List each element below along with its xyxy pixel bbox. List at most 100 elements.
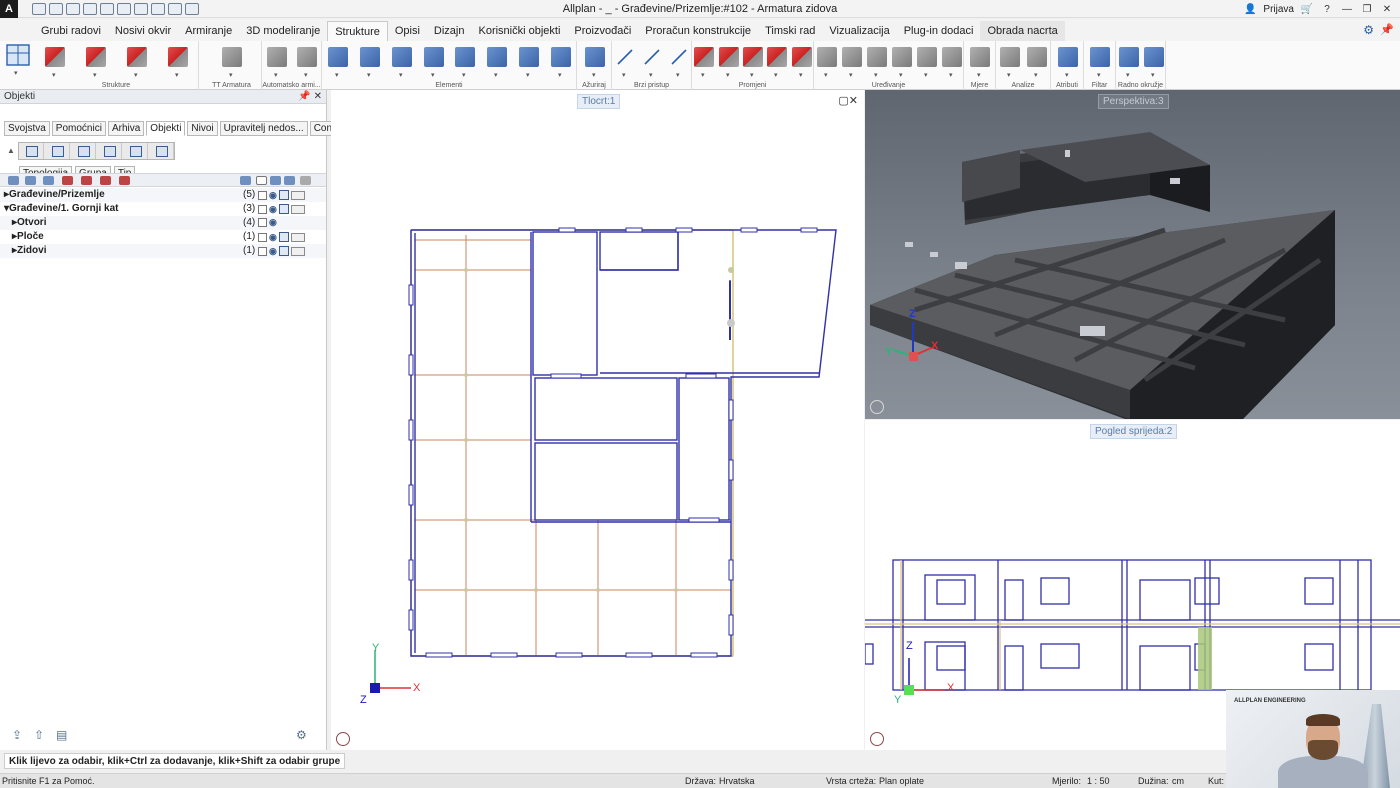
status-scale[interactable]: 1 : 50 <box>1087 776 1110 786</box>
visibility-eye-icon[interactable]: ◉ <box>269 246 277 256</box>
visibility-icon[interactable] <box>270 176 281 185</box>
layers-icon[interactable] <box>71 143 96 159</box>
collapse-triangle-icon[interactable]: ▲ <box>7 146 15 155</box>
edit-pen-icon[interactable] <box>290 232 305 242</box>
ribbon-tool-icon[interactable]: ▾ <box>297 47 317 79</box>
cart-icon[interactable]: 🛒 <box>1300 3 1314 15</box>
palette-tab[interactable]: Nivoi <box>187 121 218 136</box>
ribbon-tool-icon[interactable]: ▾ <box>615 47 635 79</box>
plan-viewport[interactable]: Tlocrt:1 ▢✕ Y X Z <box>331 90 864 750</box>
ribbon-tool-icon[interactable]: ▾ <box>669 47 689 79</box>
save-icon[interactable] <box>66 2 80 15</box>
ribbon-tool-icon[interactable]: ▾ <box>1144 47 1164 79</box>
export-icon[interactable]: ⇪ <box>12 728 22 742</box>
ribbon-tool-icon[interactable]: ▾ <box>792 47 812 79</box>
close-button[interactable]: ✕ <box>1380 3 1394 15</box>
front-navigation-icon[interactable] <box>870 732 884 746</box>
status-drawing-type[interactable]: Plan oplate <box>879 776 924 786</box>
open-file-icon[interactable] <box>49 2 63 15</box>
ribbon-tool-icon[interactable]: ▾ <box>424 47 444 79</box>
ribbon-tool-icon[interactable]: ▾ <box>487 47 507 79</box>
row-checkbox[interactable] <box>258 218 267 227</box>
list-icon[interactable]: ▤ <box>56 728 67 742</box>
ribbon-pin-icon[interactable]: 📌 <box>1380 23 1394 36</box>
edit-pen-icon[interactable] <box>290 204 305 214</box>
ribbon-tool-icon[interactable]: ▾ <box>455 47 475 79</box>
visibility-eye-icon[interactable]: ◉ <box>269 204 277 214</box>
visibility-eye-icon[interactable]: ◉ <box>269 232 277 242</box>
ribbon-tool-icon[interactable]: ▾ <box>519 47 539 79</box>
menu-tab[interactable]: Dizajn <box>427 21 472 41</box>
palette-tab[interactable]: Objekti <box>146 121 186 136</box>
tree-row[interactable]: ▸Otvori (4) ◉ <box>0 216 326 230</box>
ribbon-tool-icon[interactable]: ▾ <box>168 47 188 79</box>
palette-controls[interactable]: 📌 ✕ <box>298 90 322 104</box>
3d-box-icon[interactable] <box>278 190 289 200</box>
palette-settings-icon[interactable]: ⚙ <box>296 728 307 742</box>
menu-tab[interactable]: Korisnički objekti <box>472 21 568 41</box>
ribbon-tool-icon[interactable]: ▾ <box>842 47 862 79</box>
tools-icon[interactable] <box>185 2 199 15</box>
restore-button[interactable]: ❐ <box>1360 3 1374 15</box>
menu-tab[interactable]: 3D modeliranje <box>239 21 327 41</box>
layout-icon[interactable] <box>134 2 148 15</box>
import-icon[interactable]: ⇧ <box>34 728 44 742</box>
ribbon-tool-icon[interactable]: ▾ <box>1027 47 1047 79</box>
checkbox-all-icon[interactable] <box>256 176 267 185</box>
status-length-unit[interactable]: cm <box>1172 776 1184 786</box>
document-icon[interactable] <box>45 143 70 159</box>
ribbon-tool-icon[interactable]: ▾ <box>694 47 714 79</box>
edit-pen-icon[interactable] <box>290 190 305 200</box>
ribbon-tool-icon[interactable]: ▾ <box>942 47 962 79</box>
ribbon-tool-icon[interactable]: ▾ <box>767 47 787 79</box>
ribbon-tool-icon[interactable]: ▾ <box>719 47 739 79</box>
menu-tab[interactable]: Armiranje <box>178 21 239 41</box>
ribbon-tool-icon[interactable]: ▾ <box>1000 47 1020 79</box>
row-checkbox[interactable] <box>258 246 267 256</box>
settings-gear-icon[interactable]: ⚙ <box>1363 23 1374 37</box>
ribbon-tool-icon[interactable]: ▾ <box>86 47 106 79</box>
isolate-icon[interactable] <box>119 176 130 185</box>
ribbon-tool-icon[interactable]: ▾ <box>1090 47 1110 79</box>
user-icon[interactable]: 👤 <box>1243 3 1257 15</box>
crane-icon[interactable] <box>123 143 148 159</box>
perspective-navigation-icon[interactable] <box>870 400 884 414</box>
ribbon-tool-icon[interactable]: ▾ <box>867 47 887 79</box>
menu-tab[interactable]: Nosivi okvir <box>108 21 178 41</box>
ribbon-tool-icon[interactable]: ▾ <box>917 47 937 79</box>
building-structure-icon[interactable] <box>19 143 44 159</box>
menu-tab[interactable]: Vizualizacija <box>822 21 896 41</box>
visibility-eye-icon[interactable]: ◉ <box>269 218 277 227</box>
new-file-icon[interactable] <box>32 2 46 15</box>
ribbon-tool-icon[interactable]: ▾ <box>642 47 662 79</box>
tag-icon[interactable] <box>149 143 174 159</box>
grid-icon[interactable] <box>97 143 122 159</box>
status-country[interactable]: Hrvatska <box>719 776 755 786</box>
menu-tab[interactable]: Proračun konstrukcije <box>638 21 758 41</box>
tree-row[interactable]: ▸Građevine/Prizemlje (5) ◉ <box>0 188 326 202</box>
menu-tab[interactable]: Grubi radovi <box>34 21 108 41</box>
ribbon-tool-icon[interactable]: ▾ <box>817 47 837 79</box>
tree-row[interactable]: ▾Građevine/1. Gornji kat (3) ◉ <box>0 202 326 216</box>
palette-tab[interactable]: Upravitelj nedos... <box>219 121 308 136</box>
undo-icon[interactable] <box>100 2 114 15</box>
row-checkbox[interactable] <box>258 190 267 200</box>
ribbon-tool-icon[interactable]: ▾ <box>743 47 763 79</box>
3d-box-icon[interactable] <box>278 246 289 256</box>
project-icon[interactable] <box>83 2 97 15</box>
ribbon-tool-icon[interactable]: ▾ <box>127 47 147 79</box>
ribbon-tool-icon[interactable]: ▾ <box>267 47 287 79</box>
ribbon-tool-icon[interactable]: ▾ <box>551 47 571 79</box>
plot-icon[interactable] <box>168 2 182 15</box>
row-checkbox[interactable] <box>258 232 267 242</box>
row-checkbox[interactable] <box>258 204 267 214</box>
plan-navigation-icon[interactable] <box>336 732 350 746</box>
visibility-eye-icon[interactable]: ◉ <box>269 190 277 200</box>
ribbon-tool-icon[interactable]: ▾ <box>1058 47 1078 79</box>
edit-pen-icon[interactable] <box>290 246 305 256</box>
structure-big-icon[interactable]: ▾ <box>4 41 32 87</box>
minimize-button[interactable]: — <box>1340 3 1354 15</box>
filter-icon[interactable] <box>62 176 73 185</box>
help-icon[interactable]: ? <box>1320 3 1334 15</box>
menu-tab[interactable]: Timski rad <box>758 21 822 41</box>
